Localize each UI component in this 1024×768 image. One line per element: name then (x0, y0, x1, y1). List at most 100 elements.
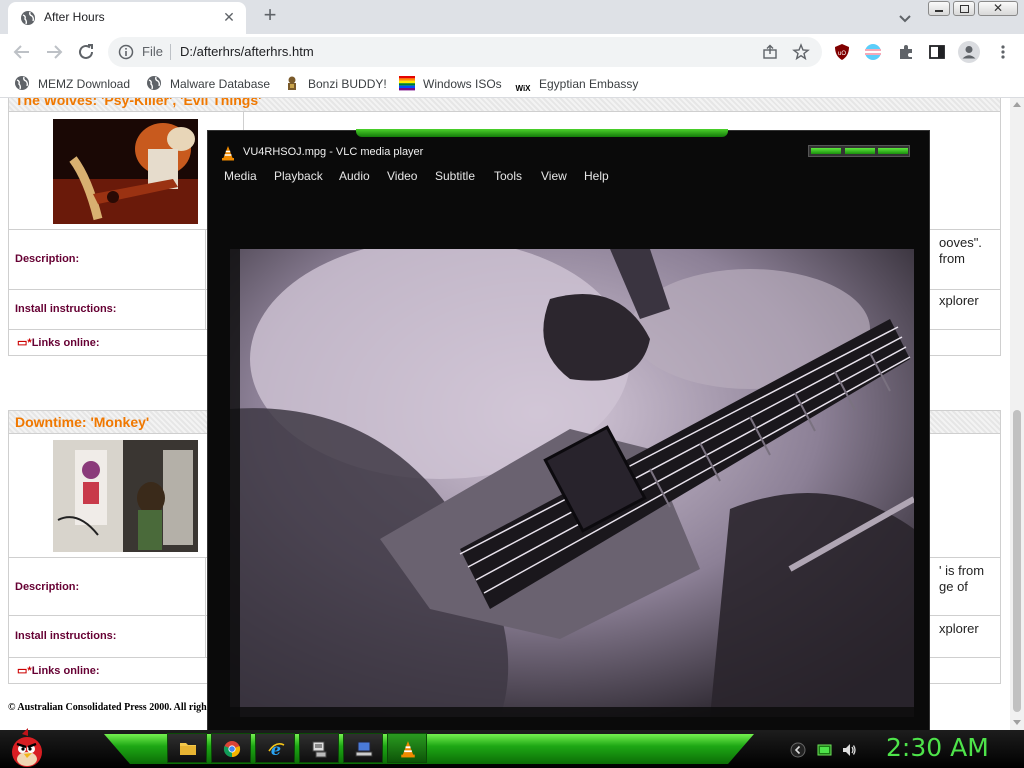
tab-search-chevron-icon[interactable] (895, 8, 915, 28)
vlc-cone-icon (222, 146, 234, 161)
vlc-maximize-button[interactable] (845, 148, 875, 154)
description-text: ' is from (939, 563, 985, 578)
links-label-wrap[interactable]: ▭*Links online: (17, 336, 100, 349)
tab-title: After Hours (44, 10, 105, 24)
vlc-icon (401, 741, 415, 758)
network-tool-icon (312, 741, 327, 758)
restore-icon (960, 5, 969, 13)
info-icon[interactable] (118, 44, 134, 60)
chrome-tab-strip: After Hours ✕ + ✕ (0, 0, 1024, 34)
globe-icon (15, 76, 29, 90)
bookmark-label: Bonzi BUDDY! (308, 77, 387, 91)
section-heading-wolves: The Wolves: 'Psy-Killer', 'Evil Things' (8, 98, 1001, 112)
vlc-title-glow (356, 129, 728, 137)
vlc-menu-audio[interactable]: Audio (339, 169, 370, 183)
vlc-menu-video[interactable]: Video (387, 169, 417, 183)
desktop: After Hours ✕ + ✕ File D:/afterhrs/after… (0, 0, 1024, 768)
taskbar-chrome-button[interactable] (211, 733, 251, 763)
new-tab-button[interactable]: + (258, 4, 282, 28)
svg-text:uO: uO (838, 51, 846, 57)
tray-chevron-icon[interactable] (790, 742, 806, 758)
scroll-down-icon[interactable] (1013, 720, 1021, 725)
minimize-icon (935, 10, 943, 12)
description-text: ooves". (939, 235, 982, 250)
vlc-menu-help[interactable]: Help (584, 169, 609, 183)
page-scrollbar[interactable] (1010, 98, 1024, 730)
bookmark-windows-isos[interactable]: Windows ISOs (399, 75, 502, 93)
ie-icon: e (268, 740, 285, 758)
windows-flag-icon (399, 76, 415, 91)
bookmark-star-icon[interactable] (792, 43, 810, 61)
wix-icon: WiX (515, 84, 531, 93)
tray-battery-icon[interactable] (817, 742, 833, 758)
address-bar[interactable]: File D:/afterhrs/afterhrs.htm (108, 37, 822, 67)
vlc-title: VU4RHSOJ.mpg - VLC media player (243, 146, 424, 158)
scrollbar-thumb[interactable] (1013, 410, 1021, 712)
bookmark-bonzi-buddy[interactable]: Bonzi BUDDY! (284, 75, 387, 93)
ublock-icon[interactable]: uO (833, 43, 851, 61)
side-panel-icon[interactable] (928, 43, 946, 61)
close-window-button[interactable]: ✕ (978, 1, 1018, 16)
vlc-window[interactable]: VU4RHSOJ.mpg - VLC media player Media Pl… (207, 129, 930, 732)
links-label-wrap[interactable]: ▭*Links online: (17, 664, 100, 677)
section-title: Downtime: 'Monkey' (15, 414, 150, 430)
vlc-menu-subtitle[interactable]: Subtitle (435, 169, 475, 183)
back-arrow-icon[interactable] (10, 40, 34, 64)
reload-icon[interactable] (74, 40, 98, 64)
bookmark-label: MEMZ Download (38, 77, 131, 91)
globe-icon (147, 76, 161, 90)
description-label: Description: (15, 253, 80, 265)
restore-button[interactable] (953, 1, 975, 16)
link-star-icon: ▭* (17, 665, 32, 677)
bookmark-label: Windows ISOs (423, 77, 502, 91)
taskbar-computer-tool-button[interactable] (343, 733, 383, 763)
vlc-menu-view[interactable]: View (541, 169, 567, 183)
link-star-icon: ▭* (17, 337, 32, 349)
video-frame-guitar[interactable] (230, 249, 914, 717)
install-text: xplorer (939, 293, 979, 308)
cell-divider (205, 290, 206, 330)
tab-close-icon[interactable]: ✕ (220, 8, 238, 26)
vlc-menu-media[interactable]: Media (224, 169, 257, 183)
extensions-puzzle-icon[interactable] (897, 43, 915, 61)
copyright-text: © Australian Consolidated Press 2000. Al… (8, 702, 207, 713)
bookmark-egyptian-embassy[interactable]: WiX Egyptian Embassy (515, 75, 638, 93)
scroll-up-icon[interactable] (1013, 102, 1021, 107)
taskbar: e (0, 730, 1024, 768)
vlc-minimize-button[interactable] (811, 148, 841, 154)
install-text: xplorer (939, 621, 979, 636)
vlc-menu-tools[interactable]: Tools (494, 169, 522, 183)
minimize-button[interactable] (928, 1, 950, 16)
taskbar-ie-button[interactable]: e (255, 733, 295, 763)
close-icon: ✕ (993, 1, 1004, 15)
vlc-menubar: Media Playback Audio Video Subtitle Tool… (208, 165, 929, 187)
bookmark-memz[interactable]: MEMZ Download (14, 75, 130, 93)
cell-divider (205, 616, 206, 658)
trans-flag-extension-icon[interactable] (864, 43, 882, 61)
start-button-angry-bird-icon[interactable] (8, 728, 46, 768)
tray-volume-icon[interactable] (841, 742, 857, 758)
taskbar-vlc-button[interactable] (387, 733, 427, 763)
address-url[interactable]: D:/afterhrs/afterhrs.htm (180, 44, 314, 59)
vlc-close-button[interactable] (878, 148, 908, 154)
install-label: Install instructions: (15, 630, 117, 642)
share-icon[interactable] (762, 44, 778, 60)
cell-divider (205, 558, 206, 616)
vlc-menu-playback[interactable]: Playback (274, 169, 323, 183)
bookmark-label: Egyptian Embassy (539, 77, 639, 91)
vlc-window-controls[interactable] (808, 145, 910, 157)
forward-arrow-icon[interactable] (42, 40, 66, 64)
band-photo-wolves[interactable] (53, 119, 198, 224)
more-menu-icon[interactable] (994, 43, 1012, 61)
band-photo-downtime[interactable] (53, 440, 198, 552)
taskbar-network-tool-button[interactable] (299, 733, 339, 763)
taskbar-explorer-button[interactable] (167, 733, 207, 763)
folder-icon (180, 743, 196, 755)
tab-after-hours[interactable]: After Hours ✕ (8, 2, 246, 34)
links-label: Links online: (31, 665, 100, 677)
profile-avatar-icon[interactable] (958, 41, 980, 63)
description-text: ge of (939, 579, 968, 594)
taskbar-clock[interactable]: 2:30 AM (886, 733, 989, 762)
bookmarks-bar: MEMZ Download Malware Database Bonzi BUD… (0, 70, 1024, 98)
bookmark-malware-database[interactable]: Malware Database (146, 75, 270, 93)
